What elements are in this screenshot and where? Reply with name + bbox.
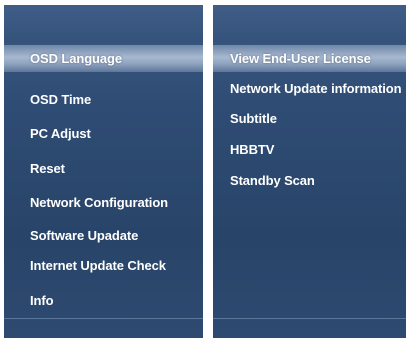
- left-panel-divider: [4, 318, 203, 319]
- left-panel-header: [4, 5, 203, 43]
- menu-item-network-update-information[interactable]: Network Update information: [213, 81, 406, 97]
- right-menu-panel: View End-User License Network Update inf…: [213, 5, 406, 338]
- left-menu-panel: OSD Language OSD Time PC Adjust Reset Ne…: [4, 5, 203, 338]
- menu-item-network-configuration[interactable]: Network Configuration: [4, 195, 203, 211]
- menu-item-osd-language[interactable]: OSD Language: [4, 51, 203, 67]
- right-panel-header: [213, 5, 406, 43]
- menu-item-standby-scan[interactable]: Standby Scan: [213, 173, 406, 189]
- menu-item-subtitle[interactable]: Subtitle: [213, 111, 406, 127]
- menu-item-software-update[interactable]: Software Upadate: [4, 228, 203, 244]
- menu-item-hbbtv[interactable]: HBBTV: [213, 142, 406, 158]
- menu-item-view-end-user-license[interactable]: View End-User License: [213, 51, 406, 67]
- menu-item-info[interactable]: Info: [4, 293, 203, 309]
- osd-screen: OSD Language OSD Time PC Adjust Reset Ne…: [0, 0, 406, 343]
- menu-item-internet-update-check[interactable]: Internet Update Check: [4, 258, 203, 274]
- menu-item-reset[interactable]: Reset: [4, 161, 203, 177]
- menu-item-osd-time[interactable]: OSD Time: [4, 92, 203, 108]
- right-panel-divider: [213, 318, 406, 319]
- menu-item-pc-adjust[interactable]: PC Adjust: [4, 126, 203, 142]
